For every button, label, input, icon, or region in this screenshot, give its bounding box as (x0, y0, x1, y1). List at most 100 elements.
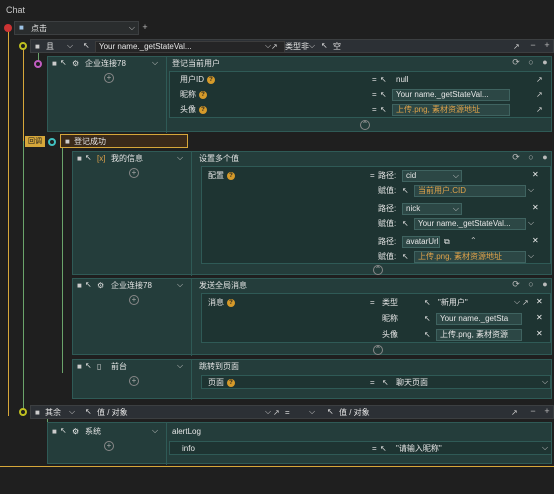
assign-value[interactable]: 当前用户.CID (418, 185, 466, 197)
frontend-name: 前台 (111, 362, 127, 371)
field-value[interactable]: Your name._getStateVal... (396, 89, 489, 101)
remove-button[interactable]: − (527, 40, 539, 52)
help-icon[interactable]: ? (227, 378, 235, 387)
close-icon[interactable]: ✕ (532, 170, 539, 179)
add-button[interactable]: ● (539, 57, 551, 69)
cond-right-value[interactable]: 空 (333, 41, 341, 53)
network-icon: ⚙ (97, 281, 105, 290)
expand-icon[interactable]: ↗ (273, 407, 280, 419)
settings-icon[interactable]: ⟳ (510, 279, 522, 291)
chevron-down-icon[interactable]: ⌵ (69, 407, 75, 417)
field-value[interactable]: 上传.png, 素材资源地址 (396, 104, 480, 116)
help-icon[interactable]: ? (227, 171, 235, 180)
add-action-icon[interactable]: + (104, 441, 114, 451)
add-event-button[interactable]: + (139, 22, 151, 34)
remove-button[interactable]: ○ (525, 279, 537, 291)
collapse-icon[interactable]: ⌃ (373, 345, 383, 355)
remove-button[interactable]: − (527, 406, 539, 418)
chevron-down-icon[interactable]: ⌵ (453, 171, 459, 181)
msg-row-value[interactable]: Your name._getSta (440, 313, 508, 325)
network-icon: ⚙ (72, 59, 80, 68)
add-action-icon[interactable]: + (129, 295, 139, 305)
callback-block[interactable]: ■ 登记成功 (60, 134, 188, 148)
chevron-down-icon[interactable]: ⌵ (528, 185, 534, 195)
else-row[interactable]: ■ 其余 ⌵ ↖ 值 / 对象 ⌵ ↗ = ⌵ ↖ 值 / 对象 ↗ − + (30, 405, 554, 419)
myinfo-name: 我的信息 (111, 154, 143, 163)
enterprise2-header[interactable]: ■ ↖ ⚙ 企业连接78 ⌵ (73, 279, 189, 293)
tag-icon[interactable]: ⧉ (444, 236, 450, 248)
path-value[interactable]: cid (406, 170, 416, 182)
help-icon[interactable]: ? (199, 105, 207, 114)
chevron-down-icon[interactable]: ⌵ (528, 251, 534, 261)
add-button[interactable]: ● (539, 279, 551, 291)
pointer-icon: ↖ (380, 105, 387, 114)
settings-icon[interactable]: ⟳ (510, 152, 522, 164)
close-icon[interactable]: ✕ (532, 236, 539, 245)
enterprise2-name: 企业连接78 (111, 281, 152, 290)
chevron-down-icon[interactable]: ⌵ (309, 407, 315, 417)
assign-value[interactable]: 上传.png, 素材资源地址 (418, 251, 502, 263)
chevron-down-icon[interactable]: ⌵ (265, 407, 271, 417)
chevron-down-icon[interactable]: ⌵ (177, 361, 183, 371)
close-icon[interactable]: ✕ (536, 313, 543, 322)
close-icon[interactable]: ✕ (532, 203, 539, 212)
expand-icon[interactable]: ↗ (511, 407, 518, 419)
remove-button[interactable]: ○ (525, 57, 537, 69)
chevron-down-icon[interactable]: ⌵ (67, 41, 73, 51)
chevron-down-icon[interactable]: ⌵ (453, 204, 459, 214)
close-icon[interactable]: ✕ (536, 297, 543, 306)
add-button[interactable]: + (541, 40, 553, 52)
phone-icon: ▯ (97, 362, 102, 371)
page-value[interactable]: 聊天页面 (396, 377, 428, 389)
chevron-down-icon[interactable]: ⌵ (177, 280, 183, 290)
add-action-icon[interactable]: + (129, 376, 139, 386)
chevron-up-icon[interactable]: ⌃ (470, 236, 477, 245)
field-value[interactable]: null (396, 74, 408, 86)
msg-row-value[interactable]: "新用户" (438, 297, 468, 309)
expand-icon[interactable]: ↗ (536, 89, 543, 101)
cond-operator[interactable]: 类型非 (285, 41, 309, 53)
chevron-down-icon[interactable]: ⌵ (542, 377, 548, 387)
else-left[interactable]: 值 / 对象 (97, 407, 128, 419)
frontend-header[interactable]: ■ ↖ ▯ 前台 ⌵ (73, 360, 189, 374)
cond-left-value[interactable]: Your name._getStateVal... (99, 41, 192, 53)
chevron-down-icon[interactable]: ⌵ (528, 218, 534, 228)
expand-icon[interactable]: ↗ (513, 41, 520, 53)
add-button[interactable]: ● (539, 152, 551, 164)
expand-icon[interactable]: ↗ (522, 297, 529, 309)
expand-icon[interactable]: ↗ (536, 104, 543, 116)
settings-icon[interactable]: ⟳ (510, 57, 522, 69)
expand-icon[interactable]: ↗ (536, 74, 543, 86)
chevron-down-icon[interactable]: ⌵ (309, 41, 315, 51)
event-block[interactable]: ■ 点击 ⌵ (14, 21, 139, 35)
collapse-icon[interactable]: ⌃ (373, 265, 383, 275)
path-label: 路径: (378, 171, 397, 180)
help-icon[interactable]: ? (227, 298, 235, 307)
path-value[interactable]: avatarUrl (406, 236, 438, 248)
add-action-icon[interactable]: + (129, 168, 139, 178)
chevron-down-icon[interactable]: ⌵ (152, 426, 158, 436)
else-operator[interactable]: = (285, 407, 290, 419)
close-icon[interactable]: ✕ (536, 329, 543, 338)
chevron-down-icon[interactable]: ⌵ (152, 58, 158, 68)
add-action-icon[interactable]: + (104, 73, 114, 83)
chevron-down-icon[interactable]: ⌵ (542, 443, 548, 453)
assign-value[interactable]: Your name._getStateVal... (418, 218, 511, 230)
help-icon[interactable]: ? (207, 75, 215, 84)
else-right[interactable]: 值 / 对象 (339, 407, 370, 419)
path-value[interactable]: nick (406, 203, 420, 215)
remove-button[interactable]: ○ (525, 152, 537, 164)
collapse-icon[interactable]: ⌃ (360, 120, 370, 130)
condition-row[interactable]: ■ 且 ⌵ ↖ Your name._getStateVal... ⌵ ↗ 类型… (30, 39, 554, 53)
chevron-down-icon[interactable]: ⌵ (129, 23, 135, 33)
myinfo-header[interactable]: ■ ↖ [x] 我的信息 ⌵ (73, 152, 189, 166)
help-icon[interactable]: ? (199, 90, 207, 99)
chevron-down-icon[interactable]: ⌵ (514, 297, 520, 307)
msg-row-value[interactable]: 上传.png, 素材资源 (440, 329, 508, 341)
system-header[interactable]: ■ ↖ ⚙ 系统 ⌵ (48, 425, 164, 439)
gear-icon: ⚙ (72, 427, 80, 436)
add-button[interactable]: + (541, 406, 553, 418)
info-value[interactable]: "请输入昵称" (396, 443, 442, 455)
enterprise1-header[interactable]: ■ ↖ ⚙ 企业连接78 ⌵ (48, 57, 164, 71)
chevron-down-icon[interactable]: ⌵ (177, 153, 183, 163)
